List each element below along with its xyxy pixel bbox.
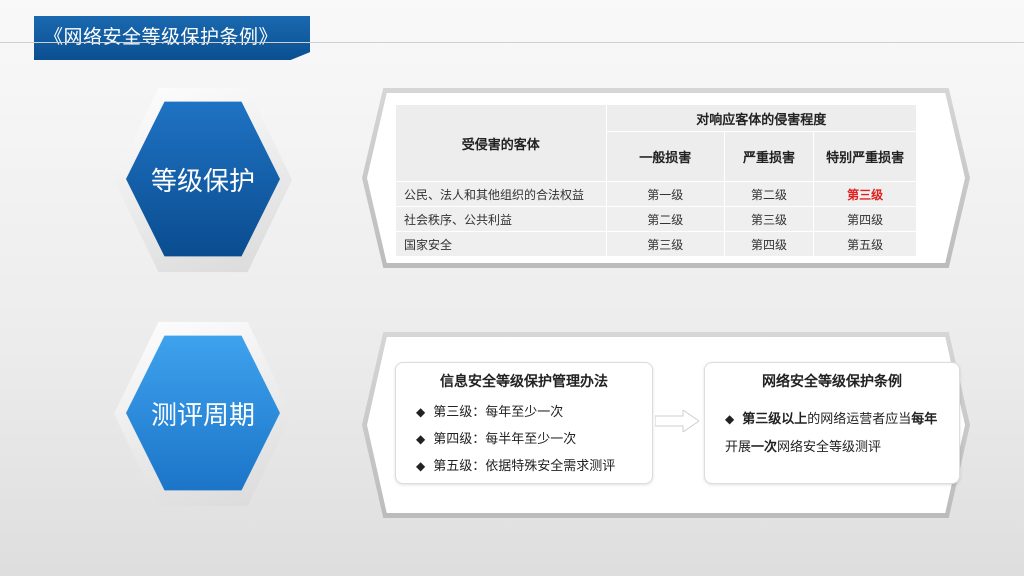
assessment-cycle-badge: 测评周期 (114, 318, 292, 510)
table-row: 社会秩序、公共利益 第二级 第三级 第四级 (395, 206, 917, 232)
table-row: 公民、法人和其他组织的合法权益 第一级 第二级 第三级 (395, 181, 917, 207)
diamond-bullet-icon: ◆ (725, 412, 735, 426)
object-header: 受侵害的客体 (395, 104, 607, 182)
row-object: 国家安全 (395, 231, 607, 257)
diamond-bullet-icon: ◆ (416, 432, 426, 446)
protection-level-table: 受侵害的客体 对响应客体的侵害程度 一般损害 严重损害 特别严重损害 公民、法人… (395, 103, 918, 257)
regulation-title: 网络安全等级保护条例 (762, 374, 902, 390)
table-cell: 第四级 (723, 231, 815, 257)
diamond-bullet-icon: ◆ (416, 405, 426, 419)
regulation-box: 网络安全等级保护条例 ◆ 第三级以上的网络运营者应当每年开展一次网络安全等级测评 (704, 362, 960, 484)
diamond-bullet-icon: ◆ (416, 459, 426, 473)
list-item: ◆ 第五级：依据特殊安全需求测评 (416, 459, 616, 474)
row-object: 公民、法人和其他组织的合法权益 (395, 181, 607, 207)
table-cell: 第四级 (813, 206, 917, 232)
measures-title: 信息安全等级保护管理办法 (440, 374, 608, 390)
degree-header: 对响应客体的侵害程度 (605, 103, 918, 133)
level-protection-badge: 等级保护 (114, 84, 292, 276)
table-cell: 第二级 (723, 181, 815, 207)
col-general-damage: 一般损害 (605, 131, 725, 182)
table-cell: 第三级 (605, 231, 725, 257)
list-item: ◆ 第四级：每半年至少一次 (416, 432, 577, 447)
table-cell: 第三级 (723, 206, 815, 232)
regulation-text: ◆ 第三级以上的网络运营者应当每年开展一次网络安全等级测评 (725, 412, 938, 455)
col-especially-serious-damage: 特别严重损害 (813, 131, 917, 182)
measures-list: ◆ 第三级：每年至少一次 ◆ 第四级：每半年至少一次 ◆ 第五级：依据特殊安全需求测评 (416, 401, 652, 482)
table-cell: 第五级 (813, 231, 917, 257)
list-item: ◆ 第三级：每年至少一次 (416, 405, 564, 420)
col-serious-damage: 严重损害 (723, 131, 815, 182)
row-object: 社会秩序、公共利益 (395, 206, 607, 232)
table-row: 国家安全 第三级 第四级 第五级 (395, 231, 917, 257)
title-divider (0, 42, 1024, 43)
page-title: 《网络安全等级保护条例》 (34, 16, 310, 60)
highlighted-level-cell: 第三级 (813, 181, 917, 207)
table-cell: 第一级 (605, 181, 725, 207)
table-cell: 第二级 (605, 206, 725, 232)
right-arrow-icon (655, 410, 699, 432)
measures-box: 信息安全等级保护管理办法 ◆ 第三级：每年至少一次 ◆ 第四级：每半年至少一次 ◆ 第… (395, 362, 653, 484)
